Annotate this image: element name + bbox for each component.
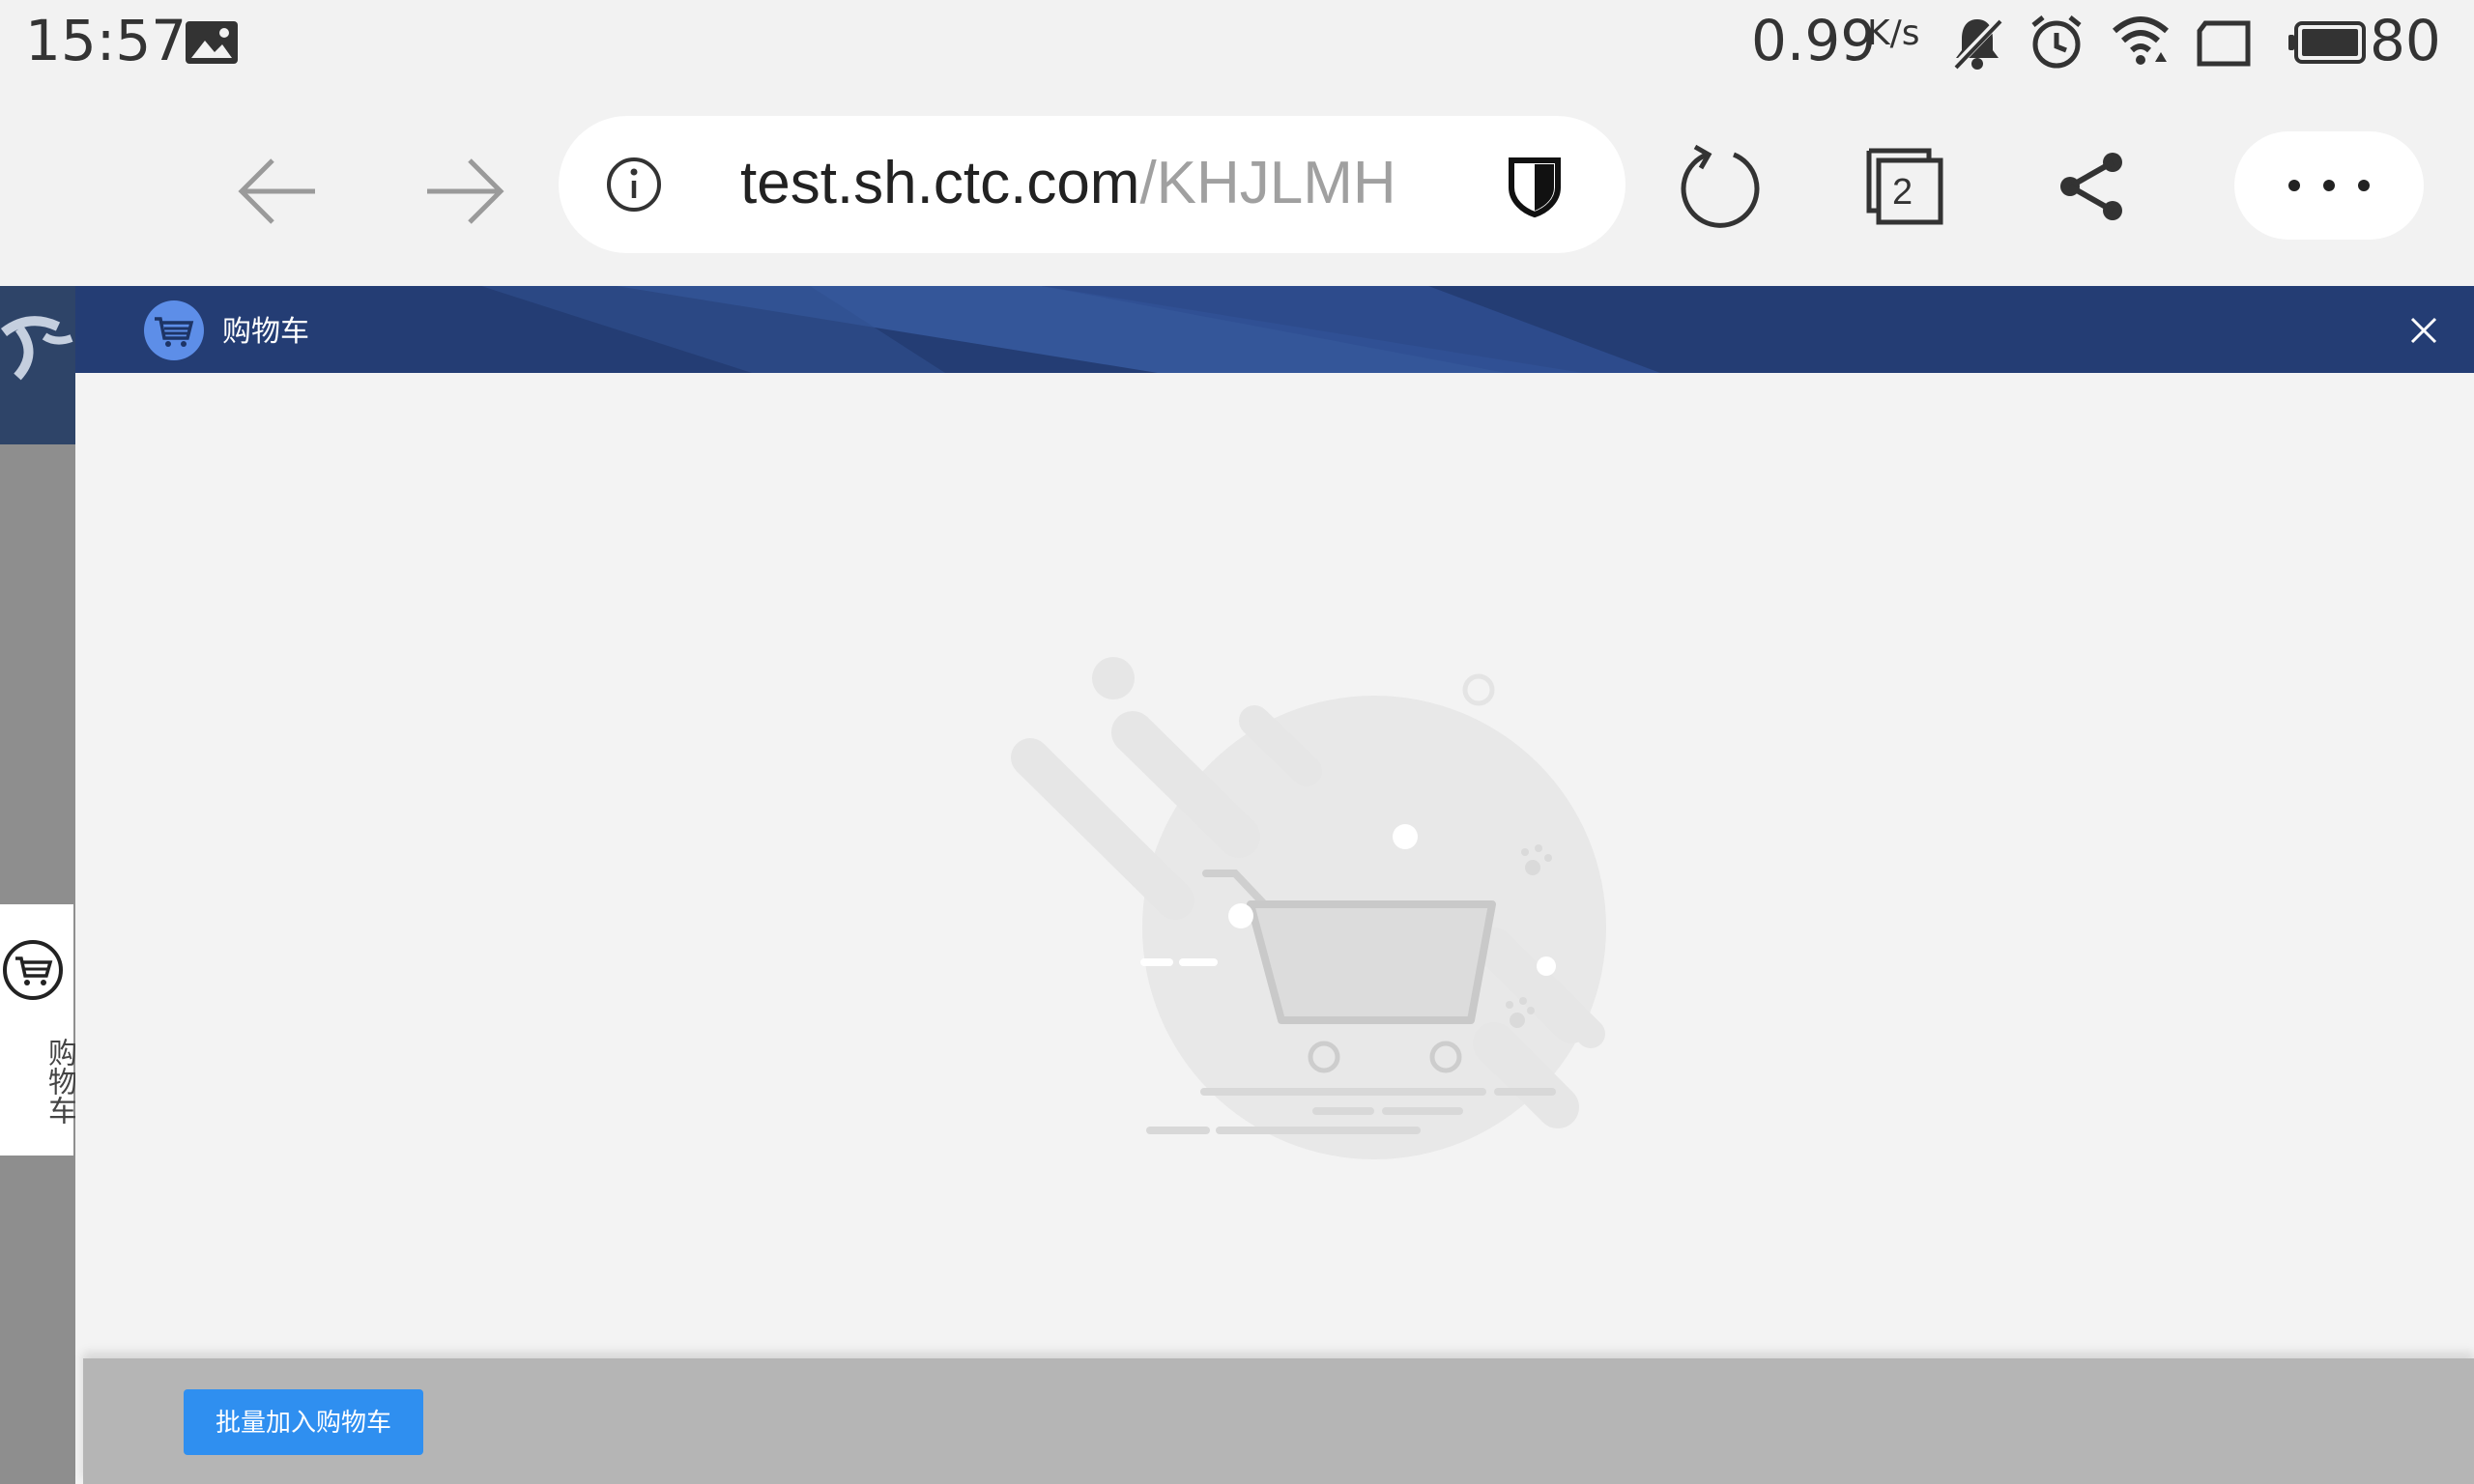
share-icon[interactable]	[2057, 151, 2128, 222]
batch-add-to-cart-button[interactable]: 批量加入购物车	[184, 1389, 423, 1455]
browser-toolbar: test.sh.ctc.com/KHJLMH 2	[0, 85, 2474, 286]
header-decoration	[481, 286, 1660, 373]
modal-header: 购物车	[75, 286, 2474, 373]
cart-modal: 购物车 批量加入购物车	[75, 286, 2474, 1484]
battery-level: 80	[2370, 8, 2441, 73]
mute-icon	[1951, 16, 2003, 71]
back-arrow-icon[interactable]	[230, 143, 327, 240]
status-bar: 15:57 0.99 K/s 80	[0, 0, 2474, 85]
background-page: 购物车	[0, 286, 76, 1484]
network-speed-unit: K/s	[1867, 14, 1920, 53]
network-speed: 0.99	[1751, 8, 1877, 73]
info-icon[interactable]	[605, 156, 663, 214]
cart-badge-icon	[144, 300, 204, 360]
empty-cart-illustration	[1011, 657, 1606, 1159]
modal-footer: 批量加入购物车	[83, 1358, 2474, 1484]
tabs-button[interactable]: 2	[1863, 145, 1944, 226]
url-text[interactable]: test.sh.ctc.com/KHJLMH	[740, 149, 1396, 218]
carrier-logo-icon	[0, 316, 73, 381]
tab-count: 2	[1892, 172, 1913, 213]
address-bar[interactable]: test.sh.ctc.com/KHJLMH	[559, 116, 1625, 253]
cart-icon	[3, 940, 63, 1000]
close-icon[interactable]	[2408, 315, 2439, 346]
more-menu-button[interactable]	[2234, 131, 2424, 240]
status-time: 15:57	[25, 8, 187, 73]
screen-rotate-icon	[2197, 20, 2251, 67]
shield-icon[interactable]	[1506, 155, 1564, 218]
url-host: test.sh.ctc.com	[740, 150, 1140, 216]
side-cart-label: 购物车	[43, 1038, 76, 1125]
photo-icon	[186, 21, 238, 64]
url-path: /KHJLMH	[1139, 150, 1396, 216]
side-cart-tab[interactable]: 购物车	[0, 904, 76, 1156]
forward-arrow-icon[interactable]	[416, 143, 512, 240]
refresh-icon[interactable]	[1678, 141, 1763, 230]
more-icon	[2288, 180, 2370, 191]
alarm-icon	[2031, 15, 2082, 69]
wifi-icon	[2113, 16, 2169, 65]
modal-title: 购物车	[222, 315, 309, 349]
background-page-header	[0, 286, 75, 444]
battery-icon	[2288, 21, 2366, 64]
